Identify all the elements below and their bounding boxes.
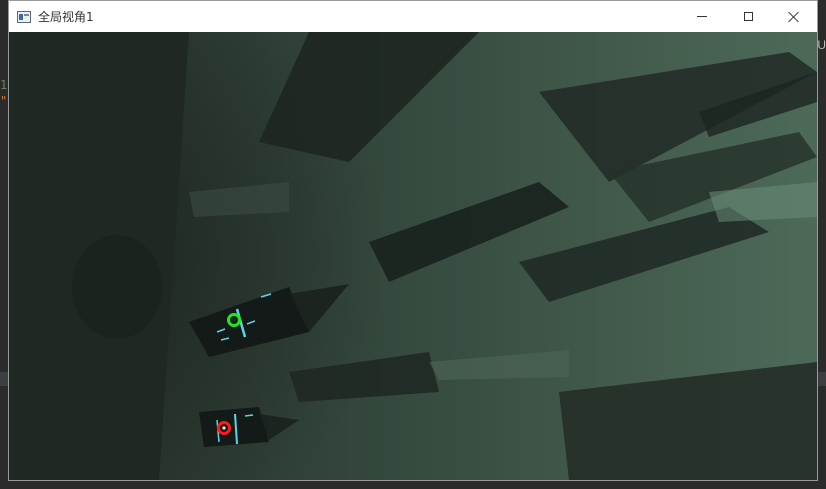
light-strip xyxy=(244,414,254,417)
maximize-icon xyxy=(743,12,753,21)
robot-lower xyxy=(199,407,269,447)
app-icon xyxy=(17,10,31,23)
close-button[interactable] xyxy=(771,1,817,32)
window-controls xyxy=(679,1,817,32)
window-title: 全局视角1 xyxy=(38,10,94,24)
ide-line-number: 1 xyxy=(0,78,8,92)
camera-feed[interactable] xyxy=(9,32,817,480)
minimize-icon xyxy=(697,16,707,17)
camera-window: 全局视角1 xyxy=(8,0,818,481)
camera-scene xyxy=(9,32,817,480)
ide-right-fragment: U xyxy=(817,38,826,52)
maximize-button[interactable] xyxy=(725,1,771,32)
close-icon xyxy=(788,11,800,23)
minimize-button[interactable] xyxy=(679,1,725,32)
ide-code-fragment: " xyxy=(0,94,8,108)
round-object xyxy=(72,235,162,339)
title-bar[interactable]: 全局视角1 xyxy=(9,1,817,32)
